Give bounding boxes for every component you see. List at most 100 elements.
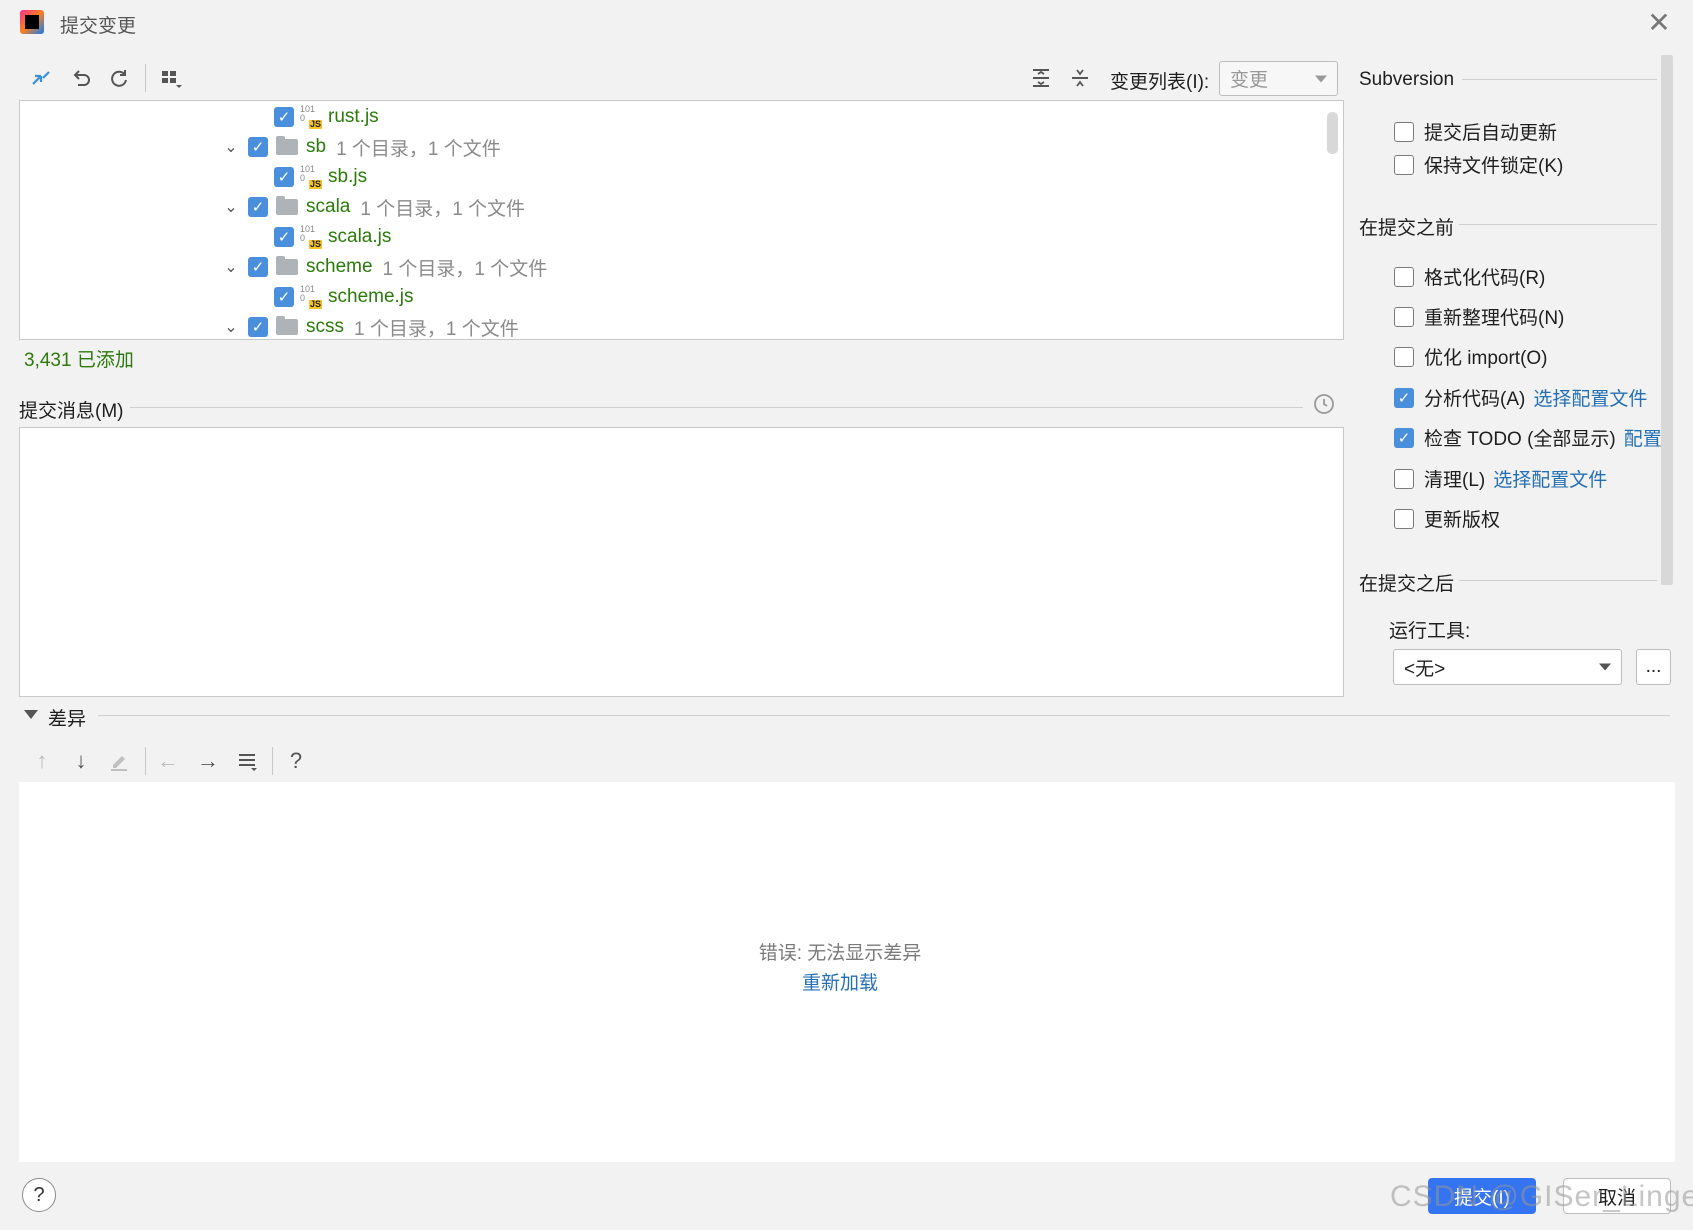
chevron-down-icon (1599, 663, 1611, 671)
changelist-value: 变更 (1230, 70, 1269, 91)
tree-row-dir[interactable]: ⌄ ✓ scheme 1 个目录，1 个文件 (220, 252, 547, 282)
rearrange-checkbox[interactable] (1394, 306, 1414, 327)
refresh-icon[interactable] (104, 63, 134, 93)
file-checkbox[interactable]: ✓ (274, 167, 294, 187)
added-count: 3,431 已添加 (24, 350, 134, 371)
arrow-right-icon[interactable]: → (193, 746, 223, 776)
tree-row-file[interactable]: ✓ 101 0 JS rust.js (274, 102, 379, 132)
collapse-all-icon[interactable] (1065, 63, 1095, 93)
option-todo[interactable]: ✓ 检查 TODO (全部显示) 配置 (1394, 424, 1662, 451)
arrow-up-icon[interactable]: ↑ (27, 746, 57, 776)
file-name: sb.js (328, 166, 368, 187)
arrow-left-icon[interactable]: ← (153, 746, 183, 776)
dir-checkbox[interactable]: ✓ (248, 137, 268, 157)
expand-all-icon[interactable] (1026, 63, 1056, 93)
divider (1459, 580, 1657, 581)
dir-checkbox[interactable]: ✓ (248, 317, 268, 337)
todo-checkbox[interactable]: ✓ (1394, 427, 1414, 448)
close-icon[interactable]: ✕ (1644, 8, 1674, 38)
watermark: CSDN @GISer_Linger (1390, 1180, 1693, 1213)
option-keep-locks[interactable]: 保持文件锁定(K) (1394, 151, 1563, 178)
diff-label: 差异 (48, 709, 87, 730)
reload-link[interactable]: 重新加载 (0, 968, 1680, 995)
file-name: scala.js (328, 226, 392, 247)
divider (130, 407, 1303, 408)
folder-icon (276, 256, 298, 275)
option-reformat[interactable]: 格式化代码(R) (1394, 263, 1545, 290)
tree-scrollbar[interactable] (1327, 112, 1338, 154)
dir-name: sb (306, 136, 327, 157)
dir-info: 1 个目录，1 个文件 (360, 198, 526, 220)
analyze-profile-link[interactable]: 选择配置文件 (1533, 384, 1647, 411)
copyright-checkbox[interactable] (1394, 508, 1414, 529)
chevron-down-icon[interactable]: ⌄ (220, 197, 242, 217)
changelist-dropdown[interactable]: 变更 (1219, 61, 1338, 96)
cleanup-profile-link[interactable]: 选择配置文件 (1493, 465, 1607, 492)
option-copyright[interactable]: 更新版权 (1394, 505, 1500, 532)
help-button[interactable]: ? (22, 1178, 56, 1212)
todo-config-link[interactable]: 配置 (1624, 424, 1662, 451)
toolbar-separator (145, 747, 146, 775)
divider (1462, 79, 1657, 80)
folder-icon (276, 136, 298, 155)
auto-update-checkbox[interactable] (1394, 121, 1414, 142)
js-file-icon: 101 0 JS (300, 104, 322, 129)
js-file-icon: 101 0 JS (300, 284, 322, 309)
intellij-logo-icon (20, 10, 44, 34)
tree-row-dir[interactable]: ⌄ ✓ scss 1 个目录，1 个文件 (220, 312, 519, 340)
option-optimize-imports[interactable]: 优化 import(O) (1394, 343, 1548, 370)
commit-message-input[interactable] (19, 427, 1344, 697)
dir-info: 1 个目录，1 个文件 (382, 258, 548, 280)
viewer-options-icon[interactable] (233, 746, 263, 776)
tree-row-file[interactable]: ✓ 101 0 JS scheme.js (274, 282, 414, 312)
options-scrollbar[interactable] (1661, 55, 1673, 585)
chevron-down-icon[interactable]: ⌄ (220, 137, 242, 157)
chevron-down-icon[interactable]: ⌄ (220, 317, 242, 337)
run-tool-more-button[interactable]: ... (1636, 649, 1671, 685)
tree-row-file[interactable]: ✓ 101 0 JS scala.js (274, 222, 391, 252)
show-diff-icon[interactable] (26, 63, 56, 93)
file-checkbox[interactable]: ✓ (274, 227, 294, 247)
group-by-icon[interactable] (156, 63, 186, 93)
analyze-checkbox[interactable]: ✓ (1394, 387, 1414, 408)
file-checkbox[interactable]: ✓ (274, 107, 294, 127)
window-title: 提交变更 (60, 16, 137, 37)
divider (98, 715, 1670, 716)
cleanup-checkbox[interactable] (1394, 468, 1414, 489)
collapse-triangle-icon[interactable] (24, 710, 38, 719)
run-tool-dropdown[interactable]: <无> (1393, 649, 1622, 685)
run-tool-value: <无> (1404, 658, 1446, 680)
help-icon[interactable]: ? (281, 746, 311, 776)
dir-checkbox[interactable]: ✓ (248, 197, 268, 217)
reformat-checkbox[interactable] (1394, 266, 1414, 287)
edit-icon[interactable] (104, 746, 134, 776)
history-icon[interactable] (1313, 393, 1335, 415)
divider (1459, 224, 1657, 225)
dir-info: 1 个目录，1 个文件 (336, 138, 501, 160)
changes-tree[interactable]: ✓ 101 0 JS rust.js ⌄ ✓ sb 1 个目录，1 个文件 ✓ 1… (19, 100, 1344, 340)
folder-icon (276, 196, 298, 215)
chevron-down-icon[interactable]: ⌄ (220, 257, 242, 277)
chevron-down-icon (1315, 75, 1327, 82)
arrow-down-icon[interactable]: ↓ (66, 746, 96, 776)
dir-name: scss (306, 316, 344, 337)
dir-info: 1 个目录，1 个文件 (354, 318, 519, 340)
tree-row-dir[interactable]: ⌄ ✓ sb 1 个目录，1 个文件 (220, 132, 501, 162)
toolbar-separator (145, 64, 146, 92)
option-rearrange[interactable]: 重新整理代码(N) (1394, 303, 1564, 330)
option-cleanup[interactable]: 清理(L) 选择配置文件 (1394, 465, 1607, 492)
file-name: scheme.js (328, 286, 414, 307)
dir-name: scala (306, 196, 351, 217)
js-file-icon: 101 0 JS (300, 224, 322, 249)
tree-row-dir[interactable]: ⌄ ✓ scala 1 个目录，1 个文件 (220, 192, 525, 222)
option-auto-update[interactable]: 提交后自动更新 (1394, 118, 1557, 145)
keep-locks-checkbox[interactable] (1394, 154, 1414, 175)
dir-checkbox[interactable]: ✓ (248, 257, 268, 277)
optimize-imports-checkbox[interactable] (1394, 346, 1414, 367)
option-analyze[interactable]: ✓ 分析代码(A) 选择配置文件 (1394, 384, 1647, 411)
subversion-title: Subversion (1359, 69, 1455, 90)
file-checkbox[interactable]: ✓ (274, 287, 294, 307)
tree-row-file[interactable]: ✓ 101 0 JS sb.js (274, 162, 367, 192)
rollback-icon[interactable] (66, 63, 96, 93)
dir-name: scheme (306, 256, 373, 277)
